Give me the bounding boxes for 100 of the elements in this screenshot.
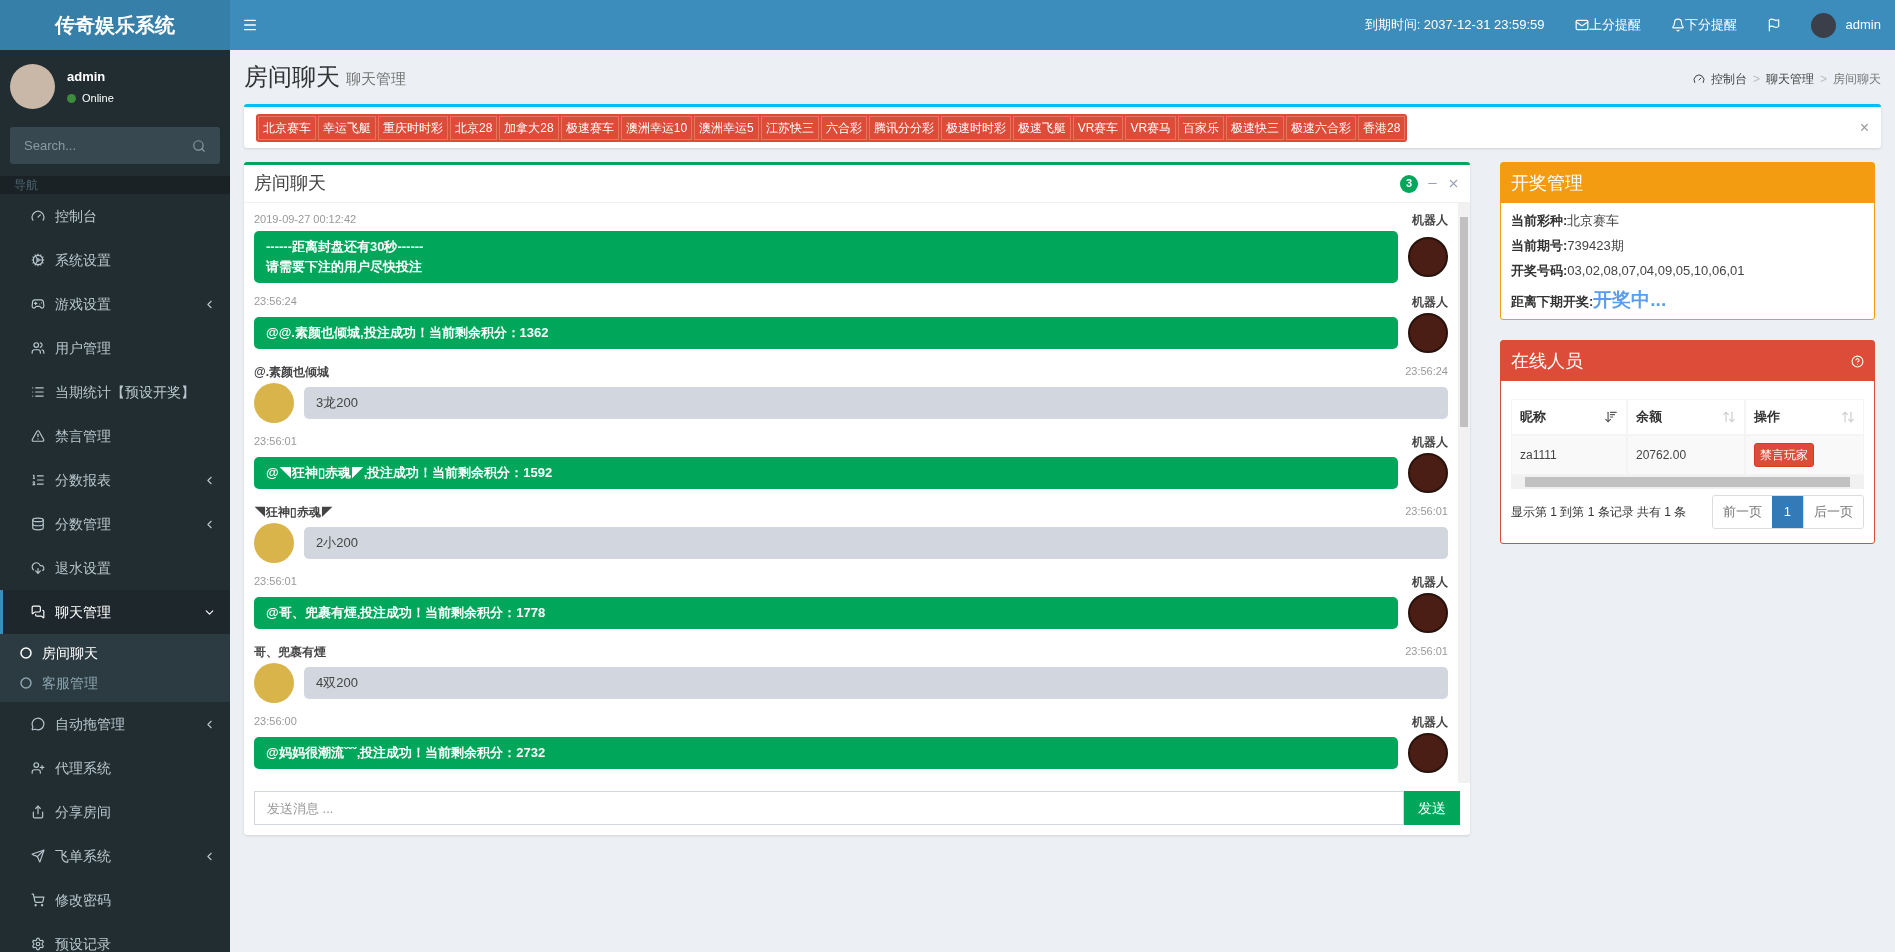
chat-icon: [31, 605, 45, 619]
message-time: 2019-09-27 00:12:42: [254, 212, 357, 227]
lottery-tag[interactable]: 六合彩: [820, 115, 867, 140]
gears-icon: [31, 253, 45, 267]
logo[interactable]: 传奇娱乐系统: [0, 0, 230, 50]
search-field[interactable]: Search...: [10, 127, 220, 164]
message-input[interactable]: 发送消息 ...: [254, 791, 1404, 825]
next-page-button[interactable]: 后一页: [1803, 496, 1863, 528]
flag-icon[interactable]: [1766, 18, 1781, 32]
lottery-tag[interactable]: VR赛马: [1125, 115, 1177, 140]
sidebar-item[interactable]: 用户管理: [0, 326, 230, 370]
breadcrumb-link[interactable]: 房间聊天: [1833, 70, 1881, 88]
lottery-tag[interactable]: 香港28: [1358, 115, 1406, 140]
lottery-tag[interactable]: 极速飞艇: [1012, 115, 1071, 140]
horizontal-scrollbar[interactable]: [1511, 475, 1864, 489]
alert-link[interactable]: 上分提醒: [1574, 15, 1641, 35]
message-time: 23:56:01: [254, 574, 297, 589]
lottery-tag[interactable]: 北京28: [450, 115, 498, 140]
user-message-bubble: 4双200: [304, 667, 1448, 699]
lottery-tag[interactable]: 极速六合彩: [1286, 115, 1357, 140]
user-avatar: [254, 383, 294, 423]
sidebar-item[interactable]: 游戏设置: [0, 282, 230, 326]
lottery-tag[interactable]: 幸运飞艇: [318, 115, 376, 140]
sidebar-item[interactable]: 系统设置: [0, 238, 230, 282]
submenu-item[interactable]: 客服管理: [0, 668, 230, 698]
sidebar-item[interactable]: 分数管理: [0, 502, 230, 546]
table-info: 显示第 1 到第 1 条记录 共有 1 条: [1511, 504, 1688, 521]
user-avatar: [254, 663, 294, 703]
sidebar-item[interactable]: 禁言管理: [0, 414, 230, 458]
lottery-tag[interactable]: 腾讯分分彩: [868, 115, 939, 140]
lottery-tag[interactable]: 极速快三: [1226, 115, 1285, 140]
sidebar-item[interactable]: 预设记录: [0, 922, 230, 952]
lottery-tag[interactable]: VR赛车: [1072, 115, 1124, 140]
lottery-tag[interactable]: 极速赛车: [560, 115, 619, 140]
breadcrumb-link[interactable]: 聊天管理: [1766, 70, 1814, 88]
sidebar-item[interactable]: 代理系统: [0, 746, 230, 790]
user-avatar: [10, 64, 55, 109]
lottery-tag[interactable]: 澳洲幸运5: [694, 115, 759, 140]
sender-name: 机器人: [1412, 434, 1448, 451]
lottery-tag[interactable]: 加拿大28: [499, 115, 559, 140]
close-button[interactable]: ×: [1859, 115, 1869, 140]
mute-player-button[interactable]: 禁言玩家: [1754, 443, 1814, 467]
sidebar-item[interactable]: 退水设置: [0, 546, 230, 590]
column-header[interactable]: 昵称: [1511, 399, 1627, 435]
gear-icon: [31, 937, 45, 951]
bell-icon: [1670, 18, 1685, 32]
database-icon: [31, 517, 45, 531]
sidebar-item-label: 预设记录: [55, 934, 112, 952]
sender-name: 哥、兜裹有煙: [254, 644, 326, 661]
robot-avatar: [1408, 237, 1448, 277]
scrollbar[interactable]: [1458, 203, 1470, 783]
message-time: 23:56:01: [1405, 504, 1448, 519]
robot-avatar: [1408, 313, 1448, 353]
close-icon[interactable]: [1447, 177, 1460, 190]
lottery-tag[interactable]: 澳洲幸运10: [620, 115, 693, 140]
field-label: 当前彩种:: [1511, 212, 1568, 230]
expiry-time: 到期时间: 2037-12-31 23:59:59: [1364, 16, 1545, 35]
robot-message-bubble: ------距离封盘还有30秒------ 请需要下注的用户尽快投注: [254, 231, 1398, 283]
breadcrumb-link[interactable]: 控制台: [1710, 70, 1747, 88]
column-header[interactable]: 操作: [1745, 399, 1864, 435]
message-time: 23:56:24: [1405, 364, 1448, 379]
lottery-tag[interactable]: 北京赛车: [258, 115, 316, 140]
send-button[interactable]: 发送: [1404, 791, 1460, 825]
sidebar-item-label: 分数报表: [55, 470, 112, 490]
sidebar-item[interactable]: 控制台: [0, 194, 230, 238]
sidebar-item[interactable]: 分享房间: [0, 790, 230, 834]
panel-title: 房间聊天: [254, 172, 327, 195]
alert-link[interactable]: 下分提醒: [1670, 15, 1737, 35]
column-header[interactable]: 余额: [1627, 399, 1745, 435]
numbered-list-icon: [31, 473, 45, 487]
page-button[interactable]: 1: [1771, 496, 1803, 528]
message-time: 23:56:01: [254, 434, 297, 449]
previous-page-button[interactable]: 前一页: [1712, 496, 1772, 528]
field-label: 当前期号:: [1511, 237, 1568, 255]
search-icon[interactable]: [192, 139, 206, 153]
user-avatar: [1810, 12, 1836, 38]
count-badge: 3: [1400, 174, 1418, 193]
sidebar-item[interactable]: 当期统计【预设开奖】: [0, 370, 230, 414]
sidebar-item[interactable]: 分数报表: [0, 458, 230, 502]
lottery-tag[interactable]: 江苏快三: [760, 115, 819, 140]
lottery-tag[interactable]: 极速时时彩: [940, 115, 1011, 140]
sidebar-item[interactable]: 修改密码: [0, 878, 230, 922]
user-name: admin: [67, 67, 107, 86]
lottery-tag[interactable]: 重庆时时彩: [378, 115, 448, 140]
sidebar-item-label: 代理系统: [55, 758, 112, 778]
table-cell: za1111: [1511, 435, 1627, 475]
submenu-item[interactable]: 房间聊天: [0, 638, 230, 668]
help-icon[interactable]: [1851, 354, 1864, 368]
sender-name: 机器人: [1412, 714, 1448, 731]
sidebar-item[interactable]: 聊天管理: [0, 590, 230, 634]
user-name[interactable]: admin: [1845, 15, 1881, 35]
sidebar-item[interactable]: 自动拖管理: [0, 702, 230, 746]
mail-icon: [1574, 18, 1589, 32]
sort-icon[interactable]: [1604, 410, 1618, 424]
sidebar-item[interactable]: 飞单系统: [0, 834, 230, 878]
robot-message-bubble: @哥、兜裹有煙,投注成功！当前剩余积分：1778: [254, 597, 1398, 629]
lottery-tag[interactable]: 百家乐: [1178, 115, 1225, 140]
menu-icon[interactable]: [242, 17, 258, 33]
sidebar-item-label: 分享房间: [55, 802, 112, 822]
message-time: 23:56:01: [1405, 644, 1448, 659]
